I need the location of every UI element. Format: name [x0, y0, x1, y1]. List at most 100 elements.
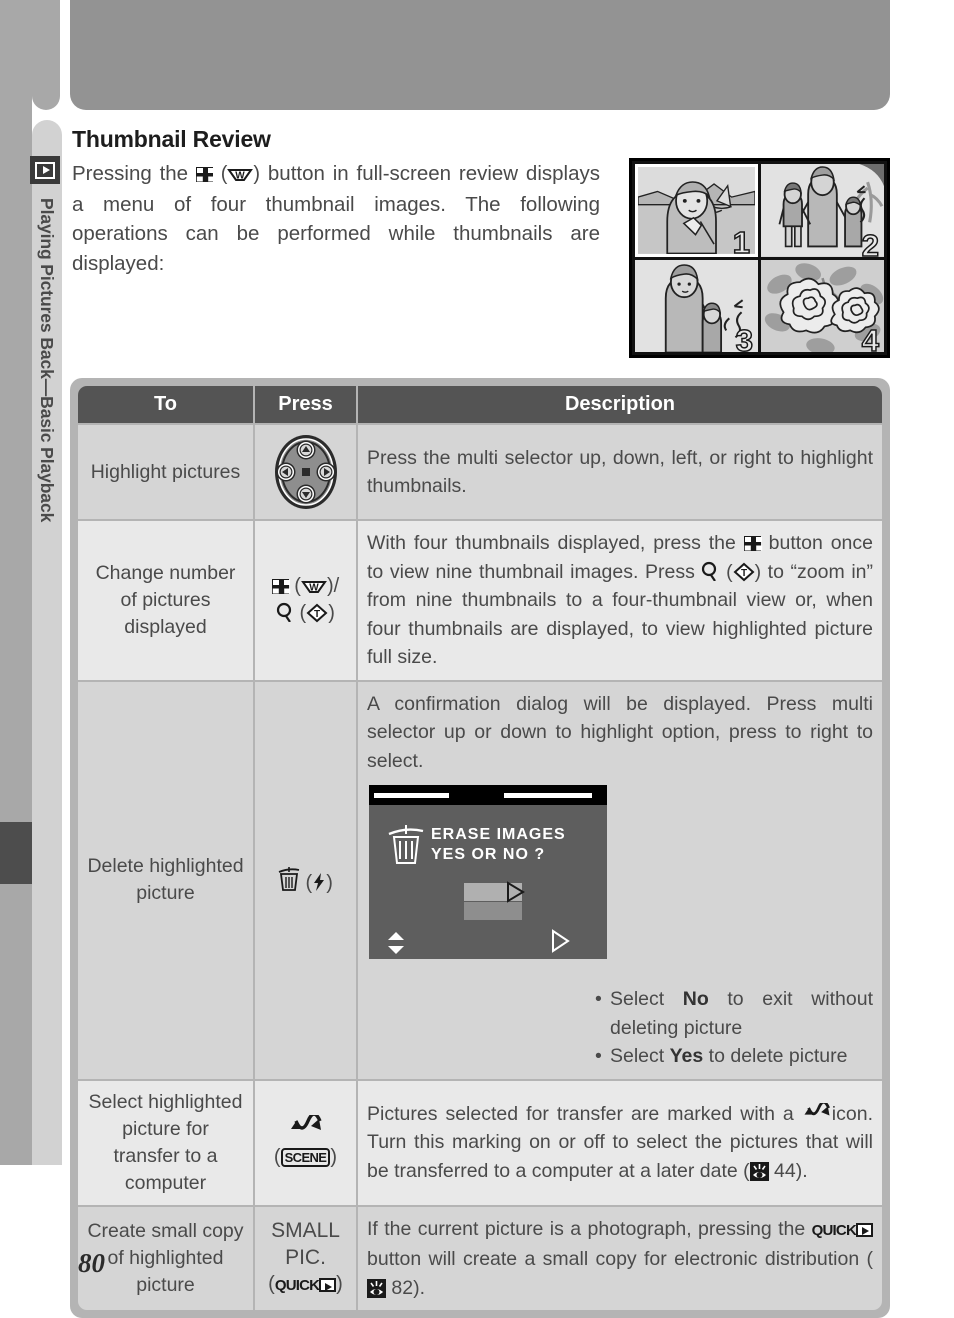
row-to-highlight-pictures: Highlight pictures: [78, 425, 253, 519]
intro-paren-open: (: [220, 163, 228, 185]
delete-confirmation-lcd: ERASE IMAGES YES OR NO ?: [369, 785, 607, 959]
small-pic-line2: PIC.: [285, 1246, 326, 1270]
thumbnail-button-icon: [271, 579, 290, 595]
intro-paren-close: ): [253, 163, 261, 185]
play-triangle-icon: [42, 166, 50, 174]
row-press-multi-selector: [255, 425, 356, 519]
delete-illustration-row: ERASE IMAGES YES OR NO ? Select No to ex…: [367, 775, 873, 1071]
desc-part-1: If the current picture is a photograph, …: [367, 1217, 806, 1240]
paren-close: ): [326, 871, 333, 894]
quick-label: QUICK: [811, 1221, 857, 1239]
bullet-bold: Yes: [669, 1045, 704, 1067]
quick-label: QUICK: [274, 1277, 320, 1295]
bullet-bold: No: [682, 988, 709, 1010]
row-to-delete-highlighted: Delete highlighted picture: [78, 681, 253, 1079]
table-row: Highlight pictures Press the multi selec…: [78, 425, 882, 519]
lcd-right-arrow-selected-icon: [507, 881, 525, 903]
row-to-change-number: Change number of pictures displayed: [78, 521, 253, 680]
page-title: Thumbnail Review: [72, 126, 271, 152]
thumbnail-cell-4: 4: [761, 259, 884, 352]
column-header-press: Press: [255, 386, 356, 423]
press-line-tele: ( T): [264, 600, 347, 627]
playback-button-icon: [319, 1278, 337, 1293]
desc-part-3: ).: [795, 1159, 808, 1182]
lcd-trash-icon: [388, 825, 424, 864]
list-item: Select Yes to delete picture: [595, 1042, 873, 1071]
thumbnail-number-2: 2: [861, 227, 880, 257]
thumbnail-button-icon: [195, 167, 214, 182]
lcd-option-row-2[interactable]: [464, 902, 522, 920]
wide-zoom-w-icon: W: [227, 169, 254, 182]
row-to-select-transfer: Select highlighted picture for transfer …: [78, 1080, 253, 1205]
thumbnail-button-icon: [743, 536, 762, 551]
list-item: Select No to exit without deleting pictu…: [595, 985, 873, 1042]
paren-open: (: [268, 1273, 275, 1296]
table-row: Select highlighted picture for transfer …: [78, 1080, 882, 1205]
lcd-up-down-icon: [388, 932, 404, 954]
row-description-highlight-pictures: Press the multi selector up, down, left,…: [358, 425, 882, 519]
row-press-scene-button: (SCENE): [255, 1080, 356, 1205]
playback-icon: [30, 156, 60, 184]
reference-eye-icon: [749, 1161, 769, 1181]
table-header-row: To Press Description: [78, 386, 882, 423]
trash-icon: [278, 866, 300, 891]
paren-open: (: [299, 602, 307, 625]
bullet-post: to delete picture: [703, 1045, 848, 1067]
svg-text:W: W: [236, 171, 246, 182]
desc-part-3: ).: [413, 1276, 426, 1299]
paren-open: (: [273, 1145, 281, 1168]
svg-text:T: T: [741, 568, 747, 579]
header-bar-left-cap: [32, 0, 60, 110]
wide-zoom-w-icon: W: [301, 581, 327, 594]
thumbnail-cell-1: 1: [635, 164, 758, 257]
row-press-delete-button: (): [255, 681, 356, 1079]
operations-table: To Press Description Highlight pictures: [76, 384, 884, 1312]
page-number: 80: [78, 1248, 105, 1278]
multi-selector-icon: [274, 435, 337, 509]
tele-zoom-t-icon: T: [733, 562, 755, 581]
row-press-zoom-buttons: (W )/ ( T): [255, 521, 356, 680]
row-to-label: Create small copy of highlighted picture: [87, 1219, 244, 1296]
row-press-quick-button: SMALL PIC. (QUICK): [255, 1206, 356, 1310]
table-row: Change number of pictures displayed (W )/…: [78, 521, 882, 680]
delete-desc-text: A confirmation dialog will be displayed.…: [367, 692, 873, 772]
press-line-wide: (W)/: [264, 573, 347, 600]
thumbnail-cell-3: 3: [635, 259, 758, 352]
desc-part-1: Pictures selected for transfer are marke…: [367, 1102, 794, 1125]
row-description-change-number: With four thumbnails displayed, press th…: [358, 521, 882, 680]
desc-reference-page: 82: [391, 1276, 414, 1299]
svg-text:T: T: [314, 609, 320, 620]
desc-reference-page: 44: [774, 1159, 796, 1182]
lcd-message: ERASE IMAGES YES OR NO ?: [431, 825, 566, 865]
lcd-message-line1: ERASE IMAGES: [431, 826, 566, 843]
svg-text:W: W: [309, 583, 319, 594]
magnifier-icon: [277, 603, 292, 623]
reference-eye-icon: [367, 1278, 386, 1298]
desc-part-1: With four thumbnails displayed, press th…: [367, 532, 736, 554]
intro-text-before: Pressing the: [72, 162, 189, 185]
intro-paragraph: Pressing the (W) button in full-screen r…: [72, 159, 600, 278]
chapter-edge-tab: [0, 822, 32, 884]
transfer-icon: [804, 1102, 830, 1116]
paren-close: ): [328, 602, 335, 625]
lcd-indicator-left: [374, 793, 449, 798]
page-edge-strip: [0, 0, 32, 1165]
thumbnail-cell-2: 2: [761, 164, 884, 257]
playback-icon-frame: [35, 161, 55, 179]
thumbnail-number-3: 3: [735, 323, 754, 352]
lcd-right-arrow-icon: [552, 929, 570, 953]
table-row: Delete highlighted picture () A confirma…: [78, 681, 882, 1079]
paren-close-slash: )/: [326, 575, 340, 598]
desc-part-2: button will create a small copy for elec…: [367, 1248, 873, 1270]
flash-icon: [314, 872, 325, 891]
row-description-select-transfer: Pictures selected for transfer are marke…: [358, 1080, 882, 1205]
playback-button-icon: [856, 1222, 873, 1237]
row-to-label: Select highlighted picture for transfer …: [88, 1090, 243, 1194]
scene-button-icon: SCENE: [280, 1147, 331, 1167]
bullet-pre: Select: [610, 988, 683, 1010]
delete-options-list: Select No to exit without deleting pictu…: [595, 985, 873, 1071]
bullet-pre: Select: [610, 1045, 670, 1067]
paren-close: ): [330, 1145, 338, 1168]
row-description-delete-highlighted: A confirmation dialog will be displayed.…: [358, 681, 882, 1079]
page-header-bar: [70, 0, 890, 110]
